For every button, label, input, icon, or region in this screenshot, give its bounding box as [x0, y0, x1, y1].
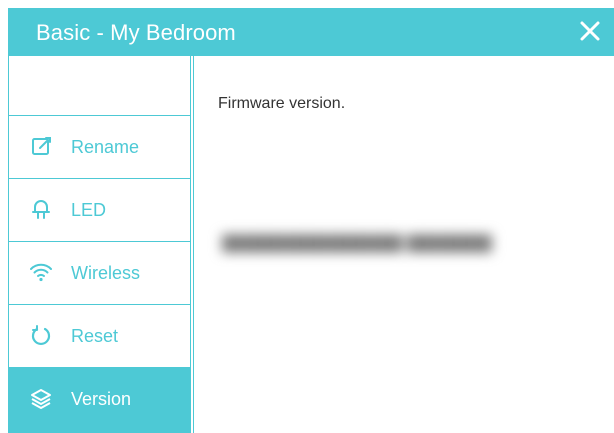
wifi-icon: [30, 263, 52, 282]
layers-icon: [31, 389, 51, 409]
sidebar-item-label: Rename: [71, 137, 140, 157]
led-icon: [32, 200, 50, 219]
sidebar-item-label: Reset: [71, 326, 119, 346]
edit-icon: [32, 137, 51, 155]
content-pane: Firmware version. █████████████████ ████…: [194, 56, 614, 433]
dialog-title: Basic - My Bedroom: [36, 20, 236, 45]
firmware-version-value-redacted: █████████████████ ████████: [222, 235, 492, 252]
page: Basic - My Bedroom Rename LED Wireless R…: [0, 0, 614, 433]
close-icon: [580, 21, 600, 41]
sidebar-item-label: LED: [71, 200, 107, 220]
reset-icon: [31, 325, 51, 346]
firmware-version-heading: Firmware version.: [218, 95, 346, 112]
sidebar-item-rename[interactable]: Rename: [8, 116, 191, 179]
sidebar-item-label: Version: [71, 389, 132, 409]
sidebar-item-label: Wireless: [71, 263, 141, 283]
sidebar-item-version[interactable]: Version: [8, 368, 191, 433]
sidebar-item-reset[interactable]: Reset: [8, 305, 191, 368]
dialog-titlebar: Basic - My Bedroom: [8, 8, 614, 56]
sidebar: Rename LED Wireless Reset Version: [8, 56, 194, 433]
sidebar-item-wireless[interactable]: Wireless: [8, 242, 191, 305]
sidebar-header-spacer: [8, 56, 191, 116]
close-button[interactable]: [578, 19, 602, 43]
sidebar-item-led[interactable]: LED: [8, 179, 191, 242]
device-settings-dialog: Basic - My Bedroom Rename LED Wireless R…: [8, 8, 614, 433]
